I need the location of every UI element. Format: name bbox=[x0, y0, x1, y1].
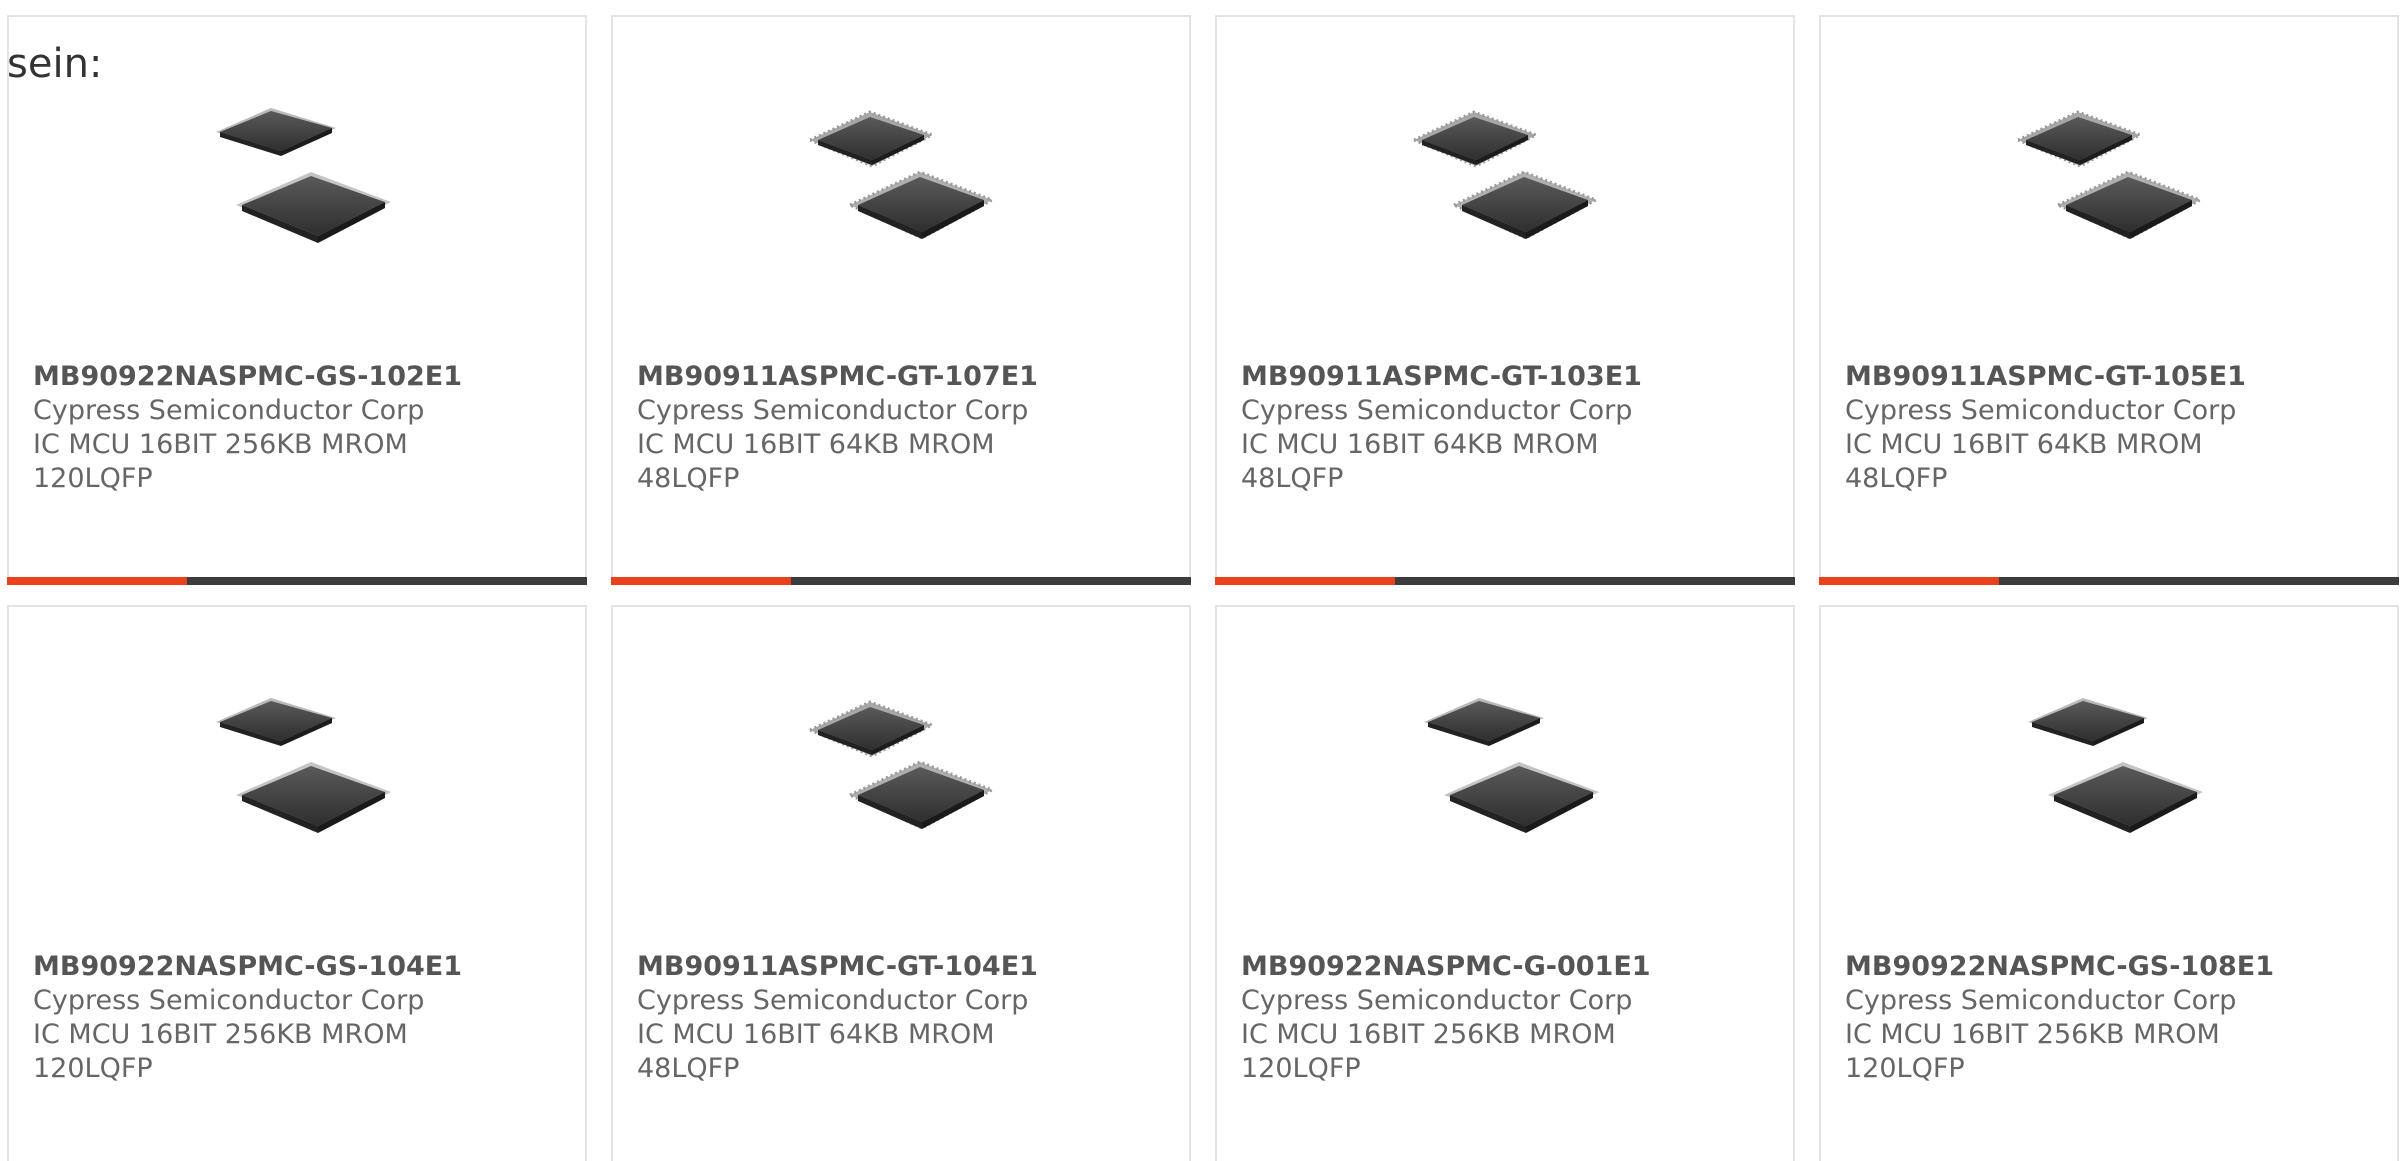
product-info: MB90922NASPMC-G-001E1 Cypress Semiconduc… bbox=[1241, 950, 1761, 1086]
description-line-2: 48LQFP bbox=[1241, 463, 1344, 494]
description-line-1: IC MCU 16BIT 256KB MROM bbox=[1241, 1019, 1616, 1050]
product-card[interactable]: MB90911ASPMC-GT-107E1 Cypress Semiconduc… bbox=[611, 15, 1191, 585]
product-info: MB90911ASPMC-GT-105E1 Cypress Semiconduc… bbox=[1845, 360, 2365, 496]
product-image[interactable] bbox=[800, 90, 1000, 290]
product-card[interactable]: MB90922NASPMC-GS-108E1 Cypress Semicondu… bbox=[1819, 605, 2399, 1161]
product-image[interactable] bbox=[800, 680, 1000, 880]
product-image[interactable] bbox=[1404, 680, 1604, 880]
part-number-link[interactable]: MB90922NASPMC-G-001E1 bbox=[1241, 950, 1761, 984]
part-number-link[interactable]: MB90911ASPMC-GT-107E1 bbox=[637, 360, 1157, 394]
manufacturer: Cypress Semiconductor Corp bbox=[1241, 395, 1633, 426]
qfp-chip-pair-icon bbox=[2028, 698, 2203, 833]
product-grid: MB90922NASPMC-GS-102E1 Cypress Semicondu… bbox=[7, 15, 2399, 1161]
qfp-chip-pair-icon bbox=[806, 110, 996, 240]
product-image[interactable] bbox=[1404, 90, 1604, 290]
manufacturer: Cypress Semiconductor Corp bbox=[637, 985, 1029, 1016]
qfp-chip-pair-icon bbox=[1410, 110, 1600, 240]
product-info: MB90911ASPMC-GT-107E1 Cypress Semiconduc… bbox=[637, 360, 1157, 496]
description-line-1: IC MCU 16BIT 256KB MROM bbox=[33, 429, 408, 460]
product-image[interactable] bbox=[196, 680, 396, 880]
manufacturer: Cypress Semiconductor Corp bbox=[1845, 985, 2237, 1016]
part-number-link[interactable]: MB90911ASPMC-GT-105E1 bbox=[1845, 360, 2365, 394]
progress-bar bbox=[7, 577, 587, 585]
qfp-chip-pair-icon bbox=[216, 698, 391, 833]
page: sein: MB90922NASPMC-GS-102E1 Cypress Sem… bbox=[0, 0, 2400, 1161]
part-number-link[interactable]: MB90922NASPMC-GS-108E1 bbox=[1845, 950, 2365, 984]
progress-bar bbox=[1215, 577, 1795, 585]
progress-bar-fill bbox=[1819, 577, 1999, 585]
product-card[interactable]: MB90911ASPMC-GT-105E1 Cypress Semiconduc… bbox=[1819, 15, 2399, 585]
manufacturer: Cypress Semiconductor Corp bbox=[1241, 985, 1633, 1016]
description-line-2: 48LQFP bbox=[637, 463, 740, 494]
product-info: MB90922NASPMC-GS-102E1 Cypress Semicondu… bbox=[33, 360, 553, 496]
description-line-2: 48LQFP bbox=[1845, 463, 1948, 494]
product-info: MB90922NASPMC-GS-104E1 Cypress Semicondu… bbox=[33, 950, 553, 1086]
description-line-1: IC MCU 16BIT 64KB MROM bbox=[1845, 429, 2203, 460]
progress-bar bbox=[1819, 577, 2399, 585]
qfp-chip-pair-icon bbox=[806, 700, 996, 830]
progress-bar-fill bbox=[1215, 577, 1395, 585]
part-number-link[interactable]: MB90922NASPMC-GS-102E1 bbox=[33, 360, 553, 394]
manufacturer: Cypress Semiconductor Corp bbox=[33, 395, 425, 426]
product-card[interactable]: MB90922NASPMC-G-001E1 Cypress Semiconduc… bbox=[1215, 605, 1795, 1161]
product-card[interactable]: MB90922NASPMC-GS-102E1 Cypress Semicondu… bbox=[7, 15, 587, 585]
product-info: MB90922NASPMC-GS-108E1 Cypress Semicondu… bbox=[1845, 950, 2365, 1086]
manufacturer: Cypress Semiconductor Corp bbox=[1845, 395, 2237, 426]
product-image[interactable] bbox=[2008, 90, 2208, 290]
qfp-chip-pair-icon bbox=[216, 108, 391, 243]
product-info: MB90911ASPMC-GT-103E1 Cypress Semiconduc… bbox=[1241, 360, 1761, 496]
description-line-1: IC MCU 16BIT 64KB MROM bbox=[1241, 429, 1599, 460]
description-line-1: IC MCU 16BIT 64KB MROM bbox=[637, 1019, 995, 1050]
description-line-2: 120LQFP bbox=[1241, 1053, 1361, 1084]
qfp-chip-pair-icon bbox=[1424, 698, 1599, 833]
product-info: MB90911ASPMC-GT-104E1 Cypress Semiconduc… bbox=[637, 950, 1157, 1086]
description-line-2: 48LQFP bbox=[637, 1053, 740, 1084]
product-card[interactable]: MB90911ASPMC-GT-104E1 Cypress Semiconduc… bbox=[611, 605, 1191, 1161]
description-line-1: IC MCU 16BIT 256KB MROM bbox=[33, 1019, 408, 1050]
description-line-2: 120LQFP bbox=[1845, 1053, 1965, 1084]
description-line-1: IC MCU 16BIT 256KB MROM bbox=[1845, 1019, 2220, 1050]
part-number-link[interactable]: MB90922NASPMC-GS-104E1 bbox=[33, 950, 553, 984]
manufacturer: Cypress Semiconductor Corp bbox=[33, 985, 425, 1016]
lead-text: sein: bbox=[7, 41, 103, 87]
progress-bar bbox=[611, 577, 1191, 585]
description-line-1: IC MCU 16BIT 64KB MROM bbox=[637, 429, 995, 460]
product-card[interactable]: MB90922NASPMC-GS-104E1 Cypress Semicondu… bbox=[7, 605, 587, 1161]
product-image[interactable] bbox=[196, 90, 396, 290]
product-image[interactable] bbox=[2008, 680, 2208, 880]
part-number-link[interactable]: MB90911ASPMC-GT-104E1 bbox=[637, 950, 1157, 984]
progress-bar-fill bbox=[7, 577, 187, 585]
part-number-link[interactable]: MB90911ASPMC-GT-103E1 bbox=[1241, 360, 1761, 394]
description-line-2: 120LQFP bbox=[33, 1053, 153, 1084]
description-line-2: 120LQFP bbox=[33, 463, 153, 494]
manufacturer: Cypress Semiconductor Corp bbox=[637, 395, 1029, 426]
qfp-chip-pair-icon bbox=[2014, 110, 2204, 240]
product-card[interactable]: MB90911ASPMC-GT-103E1 Cypress Semiconduc… bbox=[1215, 15, 1795, 585]
progress-bar-fill bbox=[611, 577, 791, 585]
